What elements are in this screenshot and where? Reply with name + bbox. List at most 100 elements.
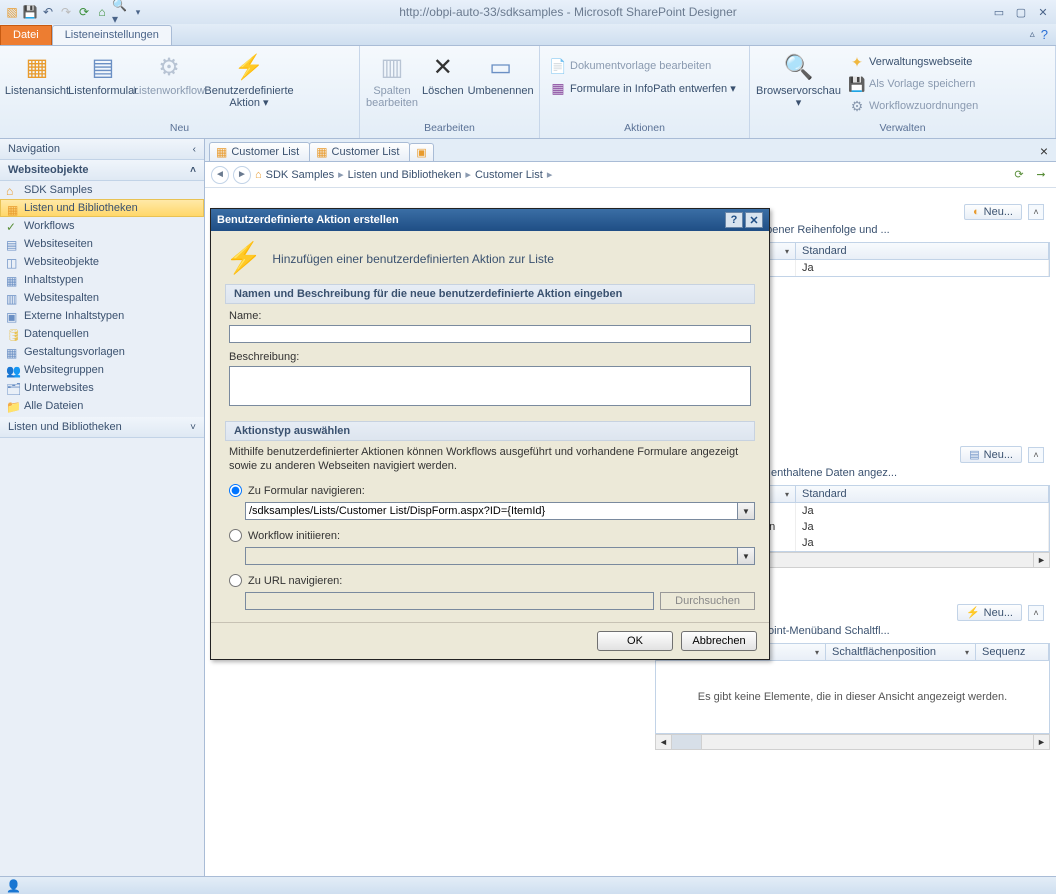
list-icon: ▦: [7, 203, 21, 217]
list-tab-icon: ▦: [216, 145, 227, 159]
refresh-crumb-icon[interactable]: ⟳: [1010, 166, 1028, 184]
home-icon: ⌂: [6, 184, 20, 198]
form-combo[interactable]: [245, 502, 738, 520]
qat-refresh-icon[interactable]: ⟳: [76, 4, 92, 20]
radio-url-label: Zu URL navigieren:: [248, 575, 342, 587]
neu-button-3[interactable]: ⚡Neu...: [957, 604, 1022, 621]
nav-workflows[interactable]: ✓Workflows: [0, 217, 204, 235]
subsites-icon: 🗂: [6, 382, 20, 396]
columns-icon: ▥: [376, 51, 408, 83]
btn-dokvorlage[interactable]: 📄Dokumentvorlage bearbeiten: [546, 55, 740, 77]
doc-tab-1[interactable]: ▦Customer List: [209, 142, 310, 161]
qat-undo-icon[interactable]: ↶: [40, 4, 56, 20]
btn-wfzu[interactable]: ⚙Workflowzuordnungen: [845, 95, 982, 117]
home-crumb-icon: ⌂: [255, 169, 262, 181]
nav-websitegruppen[interactable]: 👥Websitegruppen: [0, 361, 204, 379]
minimize-icon[interactable]: ▭: [990, 5, 1008, 19]
group-neu: Neu: [6, 122, 353, 136]
qat-home-icon[interactable]: ⌂: [94, 4, 110, 20]
help-icon[interactable]: ?: [1041, 27, 1048, 42]
crumb-3[interactable]: Customer List: [475, 169, 543, 181]
section-collapse-2[interactable]: ˄: [1028, 447, 1044, 463]
adv-crumb-icon[interactable]: ➞: [1032, 166, 1050, 184]
radio-workflow[interactable]: [229, 529, 242, 542]
neu-button-2[interactable]: ▤Neu...: [960, 446, 1022, 463]
hscroll-3[interactable]: ◄►: [655, 734, 1050, 750]
btn-umbenennen[interactable]: ▭Umbenennen: [468, 49, 534, 122]
cancel-button[interactable]: Abbrechen: [681, 631, 757, 651]
section-name-desc: Namen und Beschreibung für die neue benu…: [225, 284, 755, 304]
btn-spalten[interactable]: ▥Spalten bearbeiten: [366, 49, 418, 122]
browse-button[interactable]: Durchsuchen: [660, 592, 755, 610]
nav-footer[interactable]: Listen und Bibliotheken˅: [0, 417, 204, 438]
list-view-icon: ▦: [21, 51, 53, 83]
group-verwalten: Verwalten: [756, 122, 1049, 136]
name-input[interactable]: [229, 325, 751, 343]
btn-infopath[interactable]: ▦Formulare in InfoPath entwerfen ▾: [546, 77, 740, 99]
rename-icon: ▭: [485, 51, 517, 83]
nav-alle-dateien[interactable]: 📁Alle Dateien: [0, 397, 204, 415]
dialog-help[interactable]: ?: [725, 212, 743, 228]
nav-unterwebsites[interactable]: 🗂Unterwebsites: [0, 379, 204, 397]
nav-back[interactable]: ◄: [211, 166, 229, 184]
nav-datenquellen[interactable]: 🛢Datenquellen: [0, 325, 204, 343]
close-icon[interactable]: ✕: [1034, 5, 1052, 19]
dialog: Benutzerdefinierte Aktion erstellen ? ✕ …: [210, 208, 770, 660]
crumb-1[interactable]: SDK Samples: [266, 169, 334, 181]
btn-benutzeraktion[interactable]: ⚡Benutzerdefinierte Aktion ▾: [204, 49, 294, 122]
maximize-icon[interactable]: ▢: [1012, 5, 1030, 19]
doc-close[interactable]: ×: [1032, 141, 1056, 161]
btn-listenformular[interactable]: ▤Listenformular: [72, 49, 134, 122]
breadcrumb: ◄ ► ⌂ SDK Samples▸ Listen und Bibliothek…: [205, 162, 1056, 188]
desc-label: Beschreibung:: [229, 351, 751, 363]
btn-listenansicht[interactable]: ▦Listenansicht: [6, 49, 68, 122]
radio-form[interactable]: [229, 484, 242, 497]
nav-websitespalten[interactable]: ▥Websitespalten: [0, 289, 204, 307]
sitecol-icon: ▥: [6, 292, 20, 306]
nav-externe[interactable]: ▣Externe Inhaltstypen: [0, 307, 204, 325]
nav-inhaltstypen[interactable]: ▦Inhaltstypen: [0, 271, 204, 289]
nav-websiteobjekte[interactable]: ◫Websiteobjekte: [0, 253, 204, 271]
btn-browser[interactable]: 🔍Browservorschau ▾: [756, 49, 841, 122]
btn-listenworkflow[interactable]: ⚙Listenworkflow: [138, 49, 200, 122]
wf-combo: [245, 547, 738, 565]
new-icon: ▤: [969, 448, 979, 461]
qat-new-icon[interactable]: ▧: [4, 4, 20, 20]
status-user-icon: 👤: [6, 879, 21, 893]
admin-icon: ✦: [849, 54, 865, 70]
doc-tab-2[interactable]: ▦Customer List: [309, 142, 410, 161]
radio-form-label: Zu Formular navigieren:: [248, 485, 365, 497]
combo-dd-icon-2[interactable]: ▼: [738, 547, 755, 565]
btn-loeschen[interactable]: ✕Löschen: [422, 49, 464, 122]
nav-fwd[interactable]: ►: [233, 166, 251, 184]
nav-sub-header[interactable]: Websiteobjekte˄: [0, 160, 204, 181]
dialog-close[interactable]: ✕: [745, 212, 763, 228]
section-collapse-3[interactable]: ˄: [1028, 605, 1044, 621]
infopath-icon: ▦: [550, 80, 566, 96]
qat-search-icon[interactable]: 🔍▾: [112, 4, 128, 20]
ribbon-min-icon[interactable]: ▵: [1030, 29, 1035, 40]
qat-more-icon[interactable]: ▾: [130, 4, 146, 20]
crumb-2[interactable]: Listen und Bibliotheken: [348, 169, 462, 181]
desc-input[interactable]: [229, 366, 751, 406]
doc-template-icon: 📄: [550, 58, 566, 74]
ok-button[interactable]: OK: [597, 631, 673, 651]
section-collapse-1[interactable]: ˄: [1028, 204, 1044, 220]
btn-vorlage[interactable]: 💾Als Vorlage speichern: [845, 73, 982, 95]
tab-file[interactable]: Datei: [0, 25, 52, 45]
tab-listeneinstellungen[interactable]: Listeneinstellungen: [52, 25, 172, 45]
nav-listen[interactable]: ▦Listen und Bibliotheken: [0, 199, 204, 217]
qat-save-icon[interactable]: 💾: [22, 4, 38, 20]
nav-sdk-samples[interactable]: ⌂SDK Samples: [0, 181, 204, 199]
name-label: Name:: [229, 310, 751, 322]
doc-tab-new[interactable]: ▣: [409, 143, 433, 161]
radio-url[interactable]: [229, 574, 242, 587]
neu-button-1[interactable]: ◐Neu...: [964, 204, 1022, 220]
qat-redo-icon[interactable]: ↷: [58, 4, 74, 20]
combo-dd-icon[interactable]: ▼: [738, 502, 755, 520]
nav-websiteseiten[interactable]: ▤Websiteseiten: [0, 235, 204, 253]
nav-gestaltung[interactable]: ▦Gestaltungsvorlagen: [0, 343, 204, 361]
lightning-icon: ⚡: [233, 51, 265, 83]
btn-verwaltung[interactable]: ✦Verwaltungswebseite: [845, 51, 982, 73]
nav-header[interactable]: Navigation‹: [0, 139, 204, 160]
